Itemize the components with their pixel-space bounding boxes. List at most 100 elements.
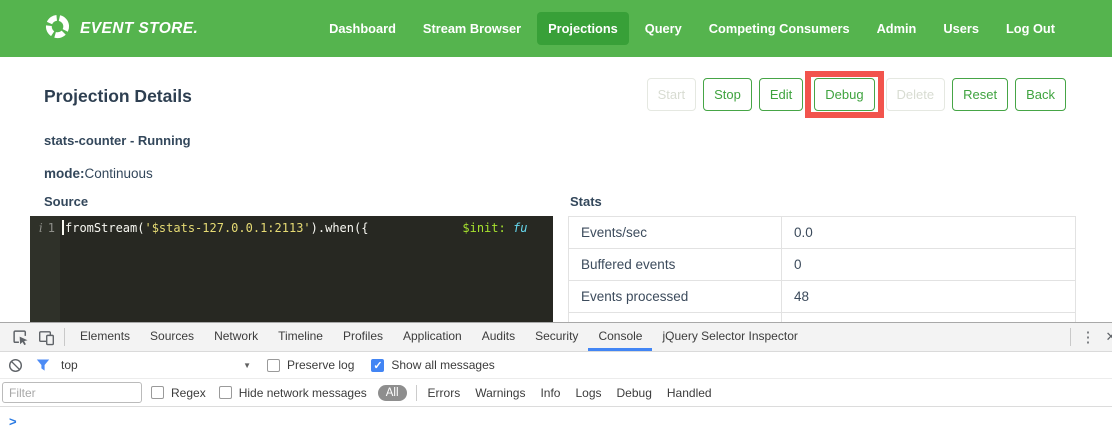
debug-button[interactable]: Debug <box>814 78 874 111</box>
editor-gutter: i 1 <box>30 216 60 322</box>
devtools-tab-audits[interactable]: Audits <box>472 323 525 351</box>
devtools-menu-icon[interactable]: ⋮ <box>1076 328 1100 346</box>
code-segment <box>506 221 513 235</box>
stop-button[interactable]: Stop <box>703 78 752 111</box>
level-filter-info[interactable]: Info <box>540 386 560 400</box>
source-code-editor[interactable]: i 1 fromStream('$stats-127.0.0.1:2113').… <box>30 216 553 322</box>
show-all-messages-option[interactable]: Show all messages <box>371 358 494 372</box>
nav-item-users[interactable]: Users <box>932 12 990 45</box>
level-filter-debug[interactable]: Debug <box>617 386 652 400</box>
source-label: Source <box>44 194 553 209</box>
table-row <box>569 313 1076 323</box>
editor-code-area[interactable]: fromStream('$stats-127.0.0.1:2113').when… <box>60 216 553 322</box>
nav-item-query[interactable]: Query <box>634 12 693 45</box>
nav-item-stream-browser[interactable]: Stream Browser <box>412 12 532 45</box>
level-filter-all[interactable]: All <box>378 385 407 401</box>
code-segment-constant: $init: <box>462 221 505 235</box>
hide-network-messages-checkbox[interactable] <box>219 386 232 399</box>
level-filter-errors[interactable]: Errors <box>428 386 461 400</box>
code-segment: fromStream( <box>65 221 144 235</box>
devtools-tab-profiles[interactable]: Profiles <box>333 323 393 351</box>
toolbar-divider <box>1070 328 1071 346</box>
nav-item-competing-consumers[interactable]: Competing Consumers <box>698 12 861 45</box>
clear-console-icon[interactable] <box>8 358 23 373</box>
app-window: EVENT STORE. Dashboard Stream Browser Pr… <box>0 0 1112 440</box>
text-cursor <box>62 220 64 235</box>
show-all-messages-checkbox[interactable] <box>371 359 384 372</box>
nav-links: Dashboard Stream Browser Projections Que… <box>318 12 1066 45</box>
header-row: Projection Details Start Stop Edit Debug… <box>0 57 1112 111</box>
devtools-tab-security[interactable]: Security <box>525 323 588 351</box>
mode-value: Continuous <box>85 166 153 181</box>
devtools-tab-application[interactable]: Application <box>393 323 472 351</box>
console-toolbar: top ▼ Preserve log Show all messages <box>0 352 1112 379</box>
stat-value: 0 <box>781 249 1075 281</box>
nav-item-dashboard[interactable]: Dashboard <box>318 12 407 45</box>
stat-name: Buffered events <box>569 249 782 281</box>
stat-name <box>569 313 782 323</box>
execution-context-selector[interactable]: top ▼ <box>61 358 251 372</box>
console-filter-input[interactable] <box>2 382 142 403</box>
regex-checkbox[interactable] <box>151 386 164 399</box>
edit-button[interactable]: Edit <box>759 78 803 111</box>
line-number: 1 <box>48 216 55 240</box>
filter-icon[interactable] <box>36 358 50 372</box>
nav-item-projections[interactable]: Projections <box>537 12 629 45</box>
preserve-log-option[interactable]: Preserve log <box>267 358 354 372</box>
devtools-close-icon[interactable]: ✕ <box>1100 329 1112 345</box>
devtools-tab-sources[interactable]: Sources <box>140 323 204 351</box>
devtools-tab-timeline[interactable]: Timeline <box>268 323 333 351</box>
mode-label: mode: <box>44 166 85 181</box>
inspect-element-icon[interactable] <box>7 324 33 350</box>
regex-option[interactable]: Regex <box>151 386 206 400</box>
top-navbar: EVENT STORE. Dashboard Stream Browser Pr… <box>0 0 1112 57</box>
devtools-tab-jquery-selector-inspector[interactable]: jQuery Selector Inspector <box>652 323 807 351</box>
code-segment-string: '$stats-127.0.0.1:2113' <box>144 221 310 235</box>
reset-button[interactable]: Reset <box>952 78 1008 111</box>
chevron-down-icon: ▼ <box>243 361 251 370</box>
code-segment: ).when({ <box>311 221 463 235</box>
devtools-tab-console[interactable]: Console <box>588 323 652 351</box>
projection-name-status: stats-counter - Running <box>0 133 1112 148</box>
start-button[interactable]: Start <box>647 78 696 111</box>
level-filter-warnings[interactable]: Warnings <box>475 386 525 400</box>
brand-text: EVENT STORE. <box>80 20 198 38</box>
console-output[interactable]: > <box>0 407 1112 429</box>
source-panel: Source i 1 fromStream('$stats-127.0.0.1:… <box>30 194 553 322</box>
devtools-tab-network[interactable]: Network <box>204 323 268 351</box>
action-buttons: Start Stop Edit Debug Delete Reset Back <box>647 78 1066 111</box>
projection-mode: mode:Continuous <box>0 166 1112 181</box>
device-toolbar-icon[interactable] <box>33 324 59 350</box>
gutter-info-annotation: i <box>39 216 43 240</box>
debug-highlight-box: Debug <box>805 71 883 118</box>
table-row: Events processed 48 <box>569 281 1076 313</box>
page-content: Projection Details Start Stop Edit Debug… <box>0 57 1112 322</box>
level-filter-logs[interactable]: Logs <box>575 386 601 400</box>
delete-button[interactable]: Delete <box>886 78 946 111</box>
nav-item-admin[interactable]: Admin <box>866 12 928 45</box>
page-title: Projection Details <box>44 86 192 111</box>
stats-label: Stats <box>570 194 1076 209</box>
eventstore-logo-icon <box>44 13 71 45</box>
nav-item-log-out[interactable]: Log Out <box>995 12 1066 45</box>
preserve-log-label: Preserve log <box>287 358 354 372</box>
level-filter-handled[interactable]: Handled <box>667 386 712 400</box>
toolbar-divider <box>64 328 65 346</box>
code-segment-keyword: fu <box>513 221 527 235</box>
console-prompt-chevron[interactable]: > <box>9 414 17 429</box>
detail-panels: Source i 1 fromStream('$stats-127.0.0.1:… <box>0 194 1112 322</box>
stats-panel: Stats Events/sec 0.0 Buffered events 0 E… <box>568 194 1076 322</box>
stat-value: 0.0 <box>781 217 1075 249</box>
stats-table: Events/sec 0.0 Buffered events 0 Events … <box>568 216 1076 322</box>
code-line-1: fromStream('$stats-127.0.0.1:2113').when… <box>62 216 553 240</box>
table-row: Events/sec 0.0 <box>569 217 1076 249</box>
stat-name: Events processed <box>569 281 782 313</box>
eventstore-brand[interactable]: EVENT STORE. <box>44 13 198 45</box>
back-button[interactable]: Back <box>1015 78 1066 111</box>
hide-network-messages-option[interactable]: Hide network messages <box>219 386 367 400</box>
console-filter-bar: Regex Hide network messages All Errors W… <box>0 379 1112 407</box>
filter-divider <box>416 385 417 401</box>
show-all-messages-label: Show all messages <box>391 358 494 372</box>
devtools-tab-elements[interactable]: Elements <box>70 323 140 351</box>
preserve-log-checkbox[interactable] <box>267 359 280 372</box>
